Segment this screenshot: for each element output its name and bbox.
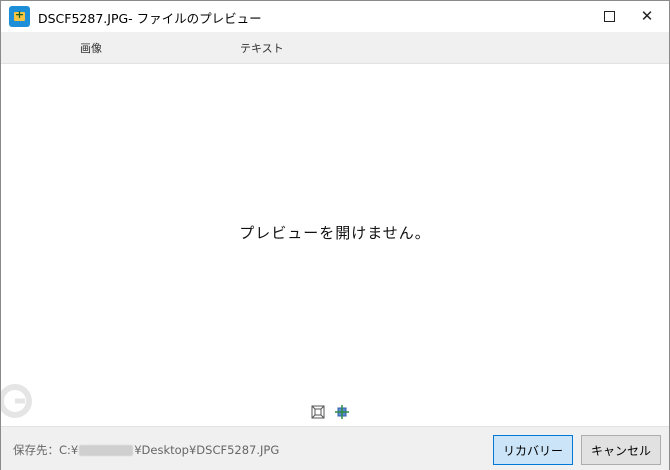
preview-window: DSCF5287.JPG- ファイルのプレビュー ✕ 画像 テキスト プレビュー…	[0, 0, 670, 470]
redacted-username	[79, 445, 134, 456]
preview-error-message: プレビューを開けません。	[239, 224, 431, 242]
tab-image[interactable]: 画像	[80, 40, 102, 56]
tab-text[interactable]: テキスト	[240, 40, 284, 56]
cancel-button[interactable]: キャンセル	[581, 435, 661, 465]
window-title: DSCF5287.JPG- ファイルのプレビュー	[38, 11, 262, 26]
title-bar: DSCF5287.JPG- ファイルのプレビュー ✕	[1, 1, 669, 32]
preview-area: プレビューを開けません。	[1, 64, 669, 404]
save-path-prefix: 保存先：C:¥	[13, 443, 79, 457]
save-path: 保存先：C:¥ ¥Desktop¥DSCF5287.JPG	[13, 442, 279, 458]
toolbox-icon	[9, 6, 30, 27]
recover-button[interactable]: リカバリー	[493, 435, 573, 465]
close-button[interactable]: ✕	[629, 1, 665, 32]
maximize-icon	[603, 11, 615, 22]
close-icon: ✕	[640, 7, 654, 25]
zoom-toolbar	[311, 405, 351, 421]
tab-strip: 画像 テキスト	[1, 32, 669, 64]
fit-to-window-icon[interactable]	[311, 405, 325, 419]
actual-size-icon[interactable]	[335, 405, 349, 419]
save-path-suffix: ¥Desktop¥DSCF5287.JPG	[134, 443, 280, 457]
maximize-button[interactable]	[591, 1, 627, 32]
watermark-logo	[1, 384, 32, 418]
footer-bar: 保存先：C:¥ ¥Desktop¥DSCF5287.JPG リカバリー キャンセル	[1, 426, 669, 470]
